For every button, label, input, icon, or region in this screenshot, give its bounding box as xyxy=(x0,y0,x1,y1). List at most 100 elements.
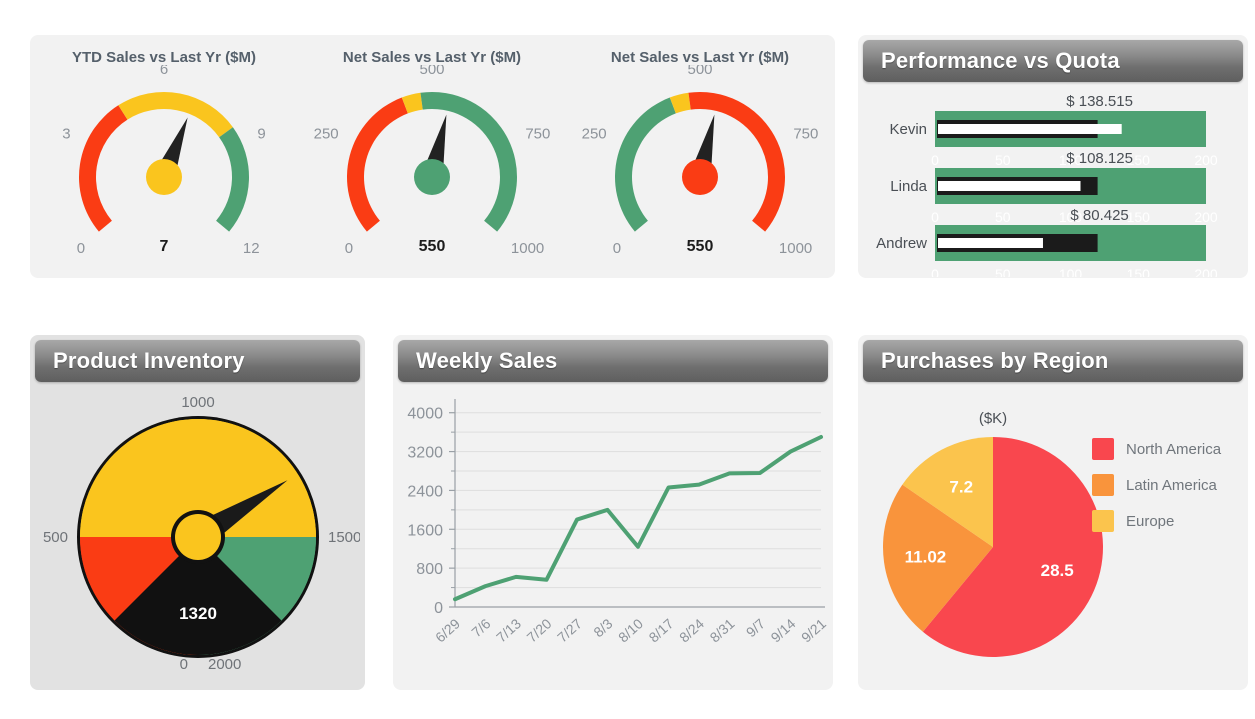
legend-label-latin-america: Latin America xyxy=(1126,476,1217,494)
weekly-panel-header: Weekly Sales xyxy=(398,340,828,382)
x-tick-label: 8/10 xyxy=(615,615,646,645)
inventory-tick-label: 2000 xyxy=(208,656,241,673)
quota-row-label: Linda xyxy=(890,178,927,195)
quota-measure-bar xyxy=(938,181,1081,191)
quota-row-label: Kevin xyxy=(889,121,927,138)
x-tick-label: 8/17 xyxy=(646,615,677,645)
quota-panel-title: Performance vs Quota xyxy=(881,48,1120,73)
quota-axis-tick: 0 xyxy=(931,266,939,277)
gauge-value-label: 550 xyxy=(419,238,446,255)
quota-axis-tick: 50 xyxy=(995,266,1011,277)
y-tick-label: 2400 xyxy=(407,483,443,500)
gauge-tick-label: 250 xyxy=(314,125,339,142)
legend-swatch-europe xyxy=(1092,510,1114,532)
gauge-band-0 xyxy=(615,97,676,232)
gauge-band-0 xyxy=(347,97,408,232)
inventory-value-label: 1320 xyxy=(179,604,217,623)
pie-slice-label-2: 7.2 xyxy=(949,478,973,497)
gauge-ytd-sales[interactable]: 0 3 6 9 12 7 xyxy=(34,65,294,275)
gauge-band-2 xyxy=(216,127,249,232)
gauge-tick-label: 1000 xyxy=(779,240,812,257)
gauge-tick-label: 6 xyxy=(160,65,168,78)
inventory-tick-label: 0 xyxy=(180,656,188,673)
inventory-tick-label: 1000 xyxy=(181,394,214,411)
quota-value-label: $ 138.515 xyxy=(1066,93,1133,110)
gauge-band-0 xyxy=(79,105,128,232)
purchases-by-region-panel: Purchases by Region ($K) 28.5 11.02 7.2 Nor… xyxy=(858,335,1248,690)
y-tick-label: 3200 xyxy=(407,445,443,462)
legend-swatch-north-america xyxy=(1092,438,1114,460)
product-inventory-panel: Product Inventory 0 500 1000 1500 2000 1320 xyxy=(30,335,365,690)
x-tick-label: 7/13 xyxy=(493,615,524,645)
legend-item-europe[interactable]: Europe xyxy=(1092,503,1242,539)
gauge-tick-label: 0 xyxy=(77,240,85,257)
x-tick-label: 8/3 xyxy=(590,615,615,640)
legend-item-north-america[interactable]: North America xyxy=(1092,431,1242,467)
legend-swatch-latin-america xyxy=(1092,474,1114,496)
quota-panel-header: Performance vs Quota xyxy=(863,40,1243,82)
gauge-value-label: 550 xyxy=(687,238,714,255)
quota-axis-tick: 100 xyxy=(1059,266,1083,277)
dashboard-root: YTD Sales vs Last Yr ($M) Net Sales vs L… xyxy=(0,0,1255,719)
quota-axis-tick: 200 xyxy=(1194,209,1218,225)
pie-unit-label: ($K) xyxy=(979,410,1007,427)
region-panel-title: Purchases by Region xyxy=(881,348,1109,373)
quota-measure-bar xyxy=(938,238,1043,248)
gauge-tick-label: 0 xyxy=(345,240,353,257)
weekly-sales-line xyxy=(453,435,823,602)
quota-value-label: $ 108.125 xyxy=(1066,150,1133,167)
x-tick-label: 9/14 xyxy=(768,615,799,645)
gauge-tick-label: 500 xyxy=(687,65,712,78)
gauge-tick-label: 750 xyxy=(793,125,818,142)
legend-label-europe: Europe xyxy=(1126,512,1175,530)
gauge-hub xyxy=(414,159,450,195)
legend-label-north-america: North America xyxy=(1126,440,1222,458)
quota-row-label: Andrew xyxy=(876,235,927,252)
gauge-value-label: 7 xyxy=(160,238,169,255)
gauge-net-sales-green[interactable]: 0 250 500 750 1000 550 xyxy=(302,65,562,275)
x-tick-label: 7/6 xyxy=(468,615,493,640)
inventory-tick-label: 500 xyxy=(43,529,68,546)
weekly-panel-title: Weekly Sales xyxy=(416,348,558,373)
inventory-panel-title: Product Inventory xyxy=(53,348,245,373)
y-tick-label: 1600 xyxy=(407,522,443,539)
quota-axis-tick: 150 xyxy=(1127,209,1151,225)
gauge-hub xyxy=(682,159,718,195)
gauge-tick-label: 0 xyxy=(613,240,621,257)
quota-axis-tick: 50 xyxy=(995,209,1011,225)
gauge-tick-label: 3 xyxy=(62,125,70,142)
pie-legend: North America Latin America Europe xyxy=(1092,431,1242,539)
legend-item-latin-america[interactable]: Latin America xyxy=(1092,467,1242,503)
gauge-band-1 xyxy=(118,92,233,138)
x-tick-label: 7/27 xyxy=(554,615,585,645)
quota-axis-tick: 150 xyxy=(1127,266,1151,277)
gauge-tick-label: 750 xyxy=(525,125,550,142)
weekly-sales-line-chart[interactable]: 080016002400320040006/29 7/6 7/13 7/20 7/27 8… xyxy=(393,385,833,685)
gauge-tick-label: 250 xyxy=(582,125,607,142)
quota-bullet-chart[interactable]: $ 138.515Kevin0 50 100 150 200$ 108.125Linda… xyxy=(858,87,1248,277)
quota-axis-tick: 50 xyxy=(995,152,1011,168)
gauge-tick-label: 1000 xyxy=(511,240,544,257)
quota-axis-tick: 0 xyxy=(931,209,939,225)
gauge-title-2: Net Sales vs Last Yr ($M) xyxy=(610,49,790,66)
quota-axis-tick: 200 xyxy=(1194,266,1218,277)
inventory-tick-label: 1500 xyxy=(328,529,360,546)
x-tick-label: 8/31 xyxy=(707,615,738,645)
quota-axis-tick: 0 xyxy=(931,152,939,168)
gauge-net-sales-red[interactable]: 0 250 500 750 1000 550 xyxy=(570,65,830,275)
inventory-panel-header: Product Inventory xyxy=(35,340,360,382)
weekly-sales-panel: Weekly Sales 0 800 1600 2400 3200 4000 6/29 7/6… xyxy=(393,335,833,690)
y-tick-label: 800 xyxy=(416,561,443,578)
product-inventory-gauge[interactable]: 0 500 1000 1500 2000 1320 xyxy=(35,387,360,682)
x-tick-label: 7/20 xyxy=(524,615,555,645)
x-tick-label: 8/24 xyxy=(676,615,707,645)
x-tick-label: 6/29 xyxy=(432,615,463,645)
gauge-tick-label: 9 xyxy=(257,125,265,142)
quota-value-label: $ 80.425 xyxy=(1070,207,1128,224)
pie-slice-label-1: 11.02 xyxy=(905,547,947,566)
region-panel-header: Purchases by Region xyxy=(863,340,1243,382)
gauge-title-1: Net Sales vs Last Yr ($M) xyxy=(342,49,522,66)
pie-slice-label-0: 28.5 xyxy=(1041,561,1074,580)
y-tick-label: 4000 xyxy=(407,406,443,423)
gauge-tick-label: 12 xyxy=(243,240,260,257)
